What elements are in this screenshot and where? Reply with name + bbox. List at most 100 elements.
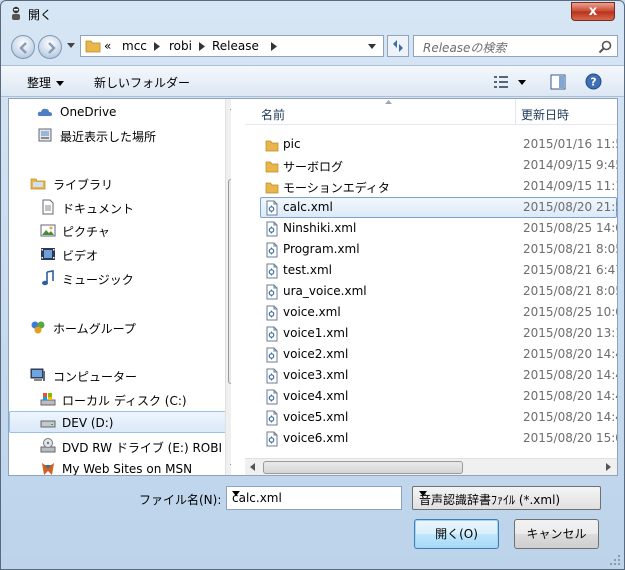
help-icon[interactable]: ?	[585, 73, 602, 90]
open-button[interactable]: 開く(O)	[414, 519, 499, 549]
nav-item-computer[interactable]: コンピューター	[9, 364, 231, 386]
xml-file-icon	[266, 431, 278, 447]
scroll-thumb[interactable]	[228, 179, 231, 384]
file-row[interactable]: pic 2015/01/16 11:5	[245, 134, 617, 155]
file-row[interactable]: voice.xml 2015/08/25 10:0	[245, 302, 617, 323]
nav-item-homegroup[interactable]: ホームグループ	[9, 316, 231, 338]
nav-item-my-web-sites[interactable]: My Web Sites on MSN	[9, 458, 231, 475]
chevron-right-icon[interactable]	[271, 42, 277, 51]
filename-input[interactable]: calc.xml	[226, 486, 402, 510]
breadcrumb-mcc[interactable]: mcc	[122, 39, 147, 53]
scroll-down-icon[interactable]	[230, 464, 231, 469]
column-header-name[interactable]: 名前	[261, 106, 285, 123]
nav-item-local-disk-c[interactable]: ローカル ディスク (C:)	[9, 388, 231, 410]
column-divider[interactable]	[515, 99, 516, 125]
file-date: 2015/08/21 6:47	[523, 263, 617, 277]
xml-file-icon	[266, 389, 278, 405]
view-dropdown-icon[interactable]	[518, 80, 526, 85]
filename-dropdown-icon[interactable]	[232, 491, 240, 496]
scroll-up-icon[interactable]	[230, 105, 231, 110]
file-date: 2015/08/20 14:4	[523, 368, 617, 382]
chevron-right-icon[interactable]	[154, 42, 160, 51]
column-header-date[interactable]: 更新日時	[521, 106, 569, 123]
music-icon	[42, 270, 54, 286]
navigation-pane[interactable]: OneDrive 最近表示した場所 ライブラリ ドキュメント ピクチャ ビデオ	[9, 99, 231, 475]
address-overflow[interactable]: «	[104, 39, 111, 53]
file-row[interactable]: サーボログ 2014/09/15 9:45	[245, 155, 617, 176]
nav-item-dev-d[interactable]: DEV (D:)	[9, 411, 231, 433]
file-list[interactable]: 名前 更新日時 pic 2015/01/16 11:5 サーボログ 2014/09/1…	[245, 99, 617, 475]
back-button[interactable]	[11, 35, 35, 59]
file-row[interactable]: calc.xml 2015/08/20 21:5	[245, 197, 617, 218]
file-row[interactable]: voice2.xml 2015/08/20 14:4	[245, 344, 617, 365]
nav-item-videos[interactable]: ビデオ	[9, 243, 231, 265]
filetype-select[interactable]: 音声認識辞書ﾌｧｲﾙ (*.xml)	[412, 486, 601, 510]
file-list-horizontal-scrollbar[interactable]	[245, 458, 617, 475]
file-row[interactable]: voice3.xml 2015/08/20 14:4	[245, 365, 617, 386]
chevron-right-icon[interactable]	[199, 42, 205, 51]
nav-item-music[interactable]: ミュージック	[9, 267, 231, 289]
nav-item-label: ミュージック	[62, 273, 134, 287]
file-row[interactable]: モーションエディタ 2014/09/15 11:1	[245, 176, 617, 197]
nav-item-libraries[interactable]: ライブラリ	[9, 172, 231, 194]
file-row[interactable]: Ninshiki.xml 2015/08/25 14:0	[245, 218, 617, 239]
nav-item-recent-places[interactable]: 最近表示した場所	[9, 124, 231, 146]
organize-button[interactable]: 整理	[27, 74, 65, 91]
close-button[interactable]: x	[571, 2, 615, 21]
preview-pane-icon[interactable]	[550, 74, 566, 90]
nav-item-label: コンピューター	[53, 370, 138, 384]
file-row[interactable]: ura_voice.xml 2015/08/21 8:05	[245, 281, 617, 302]
sort-ascending-icon	[385, 100, 392, 104]
search-placeholder: Releaseの検索	[423, 41, 507, 55]
file-date: 2015/08/25 14:0	[523, 221, 617, 235]
file-row[interactable]: voice6.xml 2015/08/20 15:0	[245, 428, 617, 449]
breadcrumb-robi[interactable]: robi	[169, 39, 192, 53]
file-row[interactable]: Program.xml 2015/08/21 8:05	[245, 239, 617, 260]
forward-button[interactable]	[38, 35, 62, 59]
scroll-right-icon[interactable]	[606, 463, 611, 471]
recent-pages-dropdown-icon[interactable]	[67, 43, 75, 49]
navigation-scrollbar[interactable]	[225, 99, 231, 475]
drive-icon	[40, 420, 56, 428]
command-toolbar: 整理 新しいフォルダー ?	[1, 65, 624, 97]
breadcrumb-release[interactable]: Release	[212, 39, 259, 53]
file-name: calc.xml	[283, 200, 333, 214]
nav-item-documents[interactable]: ドキュメント	[9, 196, 231, 218]
organize-label: 整理	[27, 76, 52, 90]
file-row[interactable]: test.xml 2015/08/21 6:47	[245, 260, 617, 281]
file-name: サーボログ	[283, 160, 344, 174]
search-input[interactable]: Releaseの検索	[413, 35, 618, 57]
title-bar[interactable]: 開く x	[1, 1, 624, 27]
file-date: 2015/08/20 14:4	[523, 410, 617, 424]
scroll-thumb[interactable]	[263, 461, 463, 474]
nav-item-label: DEV (D:)	[62, 416, 114, 430]
svg-text:?: ?	[590, 76, 596, 89]
file-name: pic	[283, 137, 301, 151]
resize-grip-icon[interactable]	[609, 554, 621, 566]
file-date: 2015/01/16 11:5	[523, 137, 617, 151]
xml-file-icon	[266, 221, 278, 237]
nav-item-onedrive[interactable]: OneDrive	[9, 101, 231, 123]
close-icon: x	[588, 4, 598, 19]
file-date: 2014/09/15 9:45	[523, 158, 617, 172]
content-area: OneDrive 最近表示した場所 ライブラリ ドキュメント ピクチャ ビデオ	[8, 98, 618, 476]
computer-icon	[30, 368, 45, 381]
libraries-icon	[30, 178, 46, 190]
file-row[interactable]: voice4.xml 2015/08/20 14:4	[245, 386, 617, 407]
file-row[interactable]: voice5.xml 2015/08/20 14:4	[245, 407, 617, 428]
forward-arrow-icon	[48, 42, 56, 54]
view-options-icon[interactable]	[493, 75, 509, 89]
search-icon[interactable]	[598, 40, 612, 54]
nav-item-label: ローカル ディスク (C:)	[62, 394, 187, 408]
file-row[interactable]: voice1.xml 2015/08/20 13:1	[245, 323, 617, 344]
scroll-left-icon[interactable]	[250, 463, 255, 471]
refresh-button[interactable]	[387, 35, 409, 57]
file-date: 2015/08/20 15:0	[523, 431, 617, 445]
chevron-down-icon	[419, 491, 427, 496]
address-dropdown-icon[interactable]	[368, 44, 376, 49]
nav-item-pictures[interactable]: ピクチャ	[9, 219, 231, 241]
nav-item-dvd-e[interactable]: DVD RW ドライブ (E:) ROBI	[9, 435, 231, 457]
new-folder-button[interactable]: 新しいフォルダー	[94, 74, 190, 91]
cancel-button[interactable]: キャンセル	[514, 519, 599, 549]
address-bar[interactable]: « mcc robi Release	[80, 35, 384, 57]
